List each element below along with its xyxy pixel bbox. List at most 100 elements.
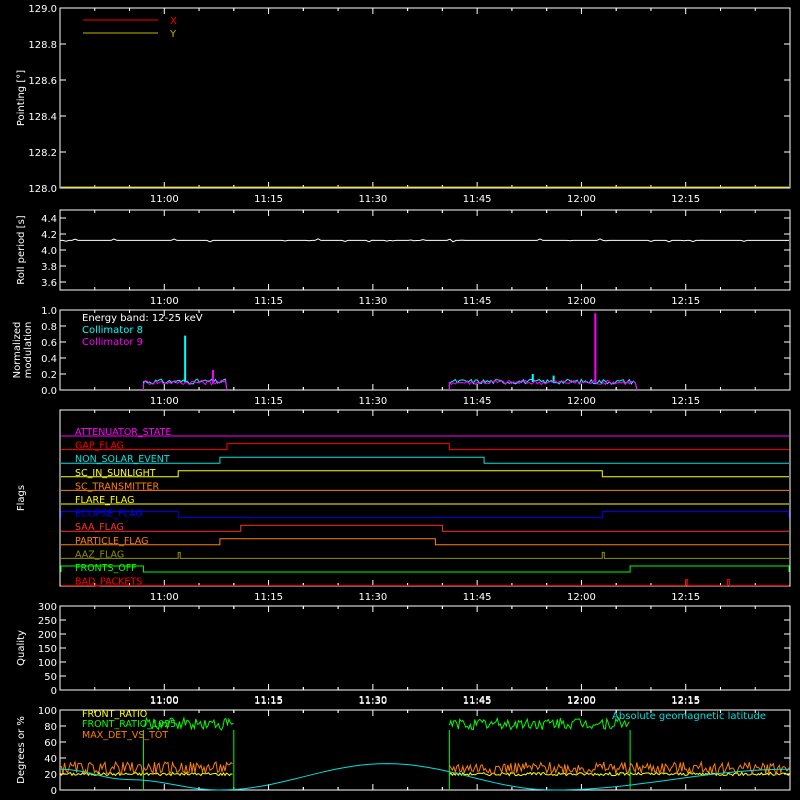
y-tick-label: 128.8 [28,40,57,51]
roll-period-line [60,238,789,243]
x-tick-label: 12:15 [671,592,700,603]
legend-label: Collimator 8 [82,325,143,336]
x-tick-label: 11:45 [463,194,492,205]
y-tick-label: 4.2 [41,230,57,241]
flag-label: NON_SOLAR_EVENT [75,454,170,465]
ratio-trace-front-ratio-1025 [448,716,630,731]
x-tick-label: 11:15 [254,296,283,307]
flag-trace-aaz-flag [61,551,789,559]
ratio-trace-front-ratio [448,771,791,777]
flag-label: SC_IN_SUNLIGHT [75,468,156,479]
x-tick-label: 11:30 [358,296,387,307]
x-tick-label: 11:00 [150,296,179,307]
flag-trace-gap-flag [61,443,789,451]
x-tick-label: 11:45 [463,396,492,407]
panel-frame-1 [59,209,791,291]
flag-label: AAZ_FLAG [75,549,124,560]
y-tick-label: 0 [51,786,57,797]
y-axis-label: Normalized [12,322,23,379]
y-axis-label: Roll period [s] [16,215,27,284]
x-tick-label: 11:00 [150,592,179,603]
x-tick-label: 11:45 [463,592,492,603]
x-tick-label: 12:00 [567,396,596,407]
x-tick-label: 11:00 [150,695,179,706]
y-tick-label: 60 [44,738,57,749]
legend-label: FRONT_RATIO_1025 [82,719,176,730]
flag-label: FLARE_FLAG [75,495,135,506]
ratio-trace-front-ratio [59,771,233,777]
x-tick-label: 11:30 [358,695,387,706]
legend-label: MAX_DET_VS_TOT [82,730,168,741]
x-tick-label: 11:00 [150,396,179,407]
flag-trace-eclipse-flag [60,511,790,519]
x-tick-label: 11:15 [254,592,283,603]
energy-band-annotation: Energy band: 12-25 keV [82,313,203,324]
x-tick-label: 11:45 [463,296,492,307]
y-tick-label: 0 [51,686,57,697]
y-tick-label: 0.4 [41,354,57,365]
flag-trace-sc-in-sunlight [61,470,789,478]
x-tick-label: 12:15 [671,296,700,307]
flag-label: ECLIPSE_FLAG [75,509,143,520]
legend-label: Y [169,29,177,40]
y-tick-label: 129.0 [28,4,57,15]
x-tick-label: 12:00 [567,592,596,603]
panel-frame-4 [59,605,791,691]
flag-label: GAP_FLAG [75,441,124,452]
multi-panel-chart: 11:00 11:15 11:30 11:45 12:00 12:15 11:00 11:15… [12,4,791,797]
x-tick-label: 11:15 [254,695,283,706]
y-tick-label: 128.4 [28,112,57,123]
y-tick-label: 0.2 [41,370,57,381]
x-tick-label: 11:00 [150,194,179,205]
x-tick-label: 12:15 [671,194,700,205]
y-tick-label: 1.0 [41,306,57,317]
y-tick-label: 128.2 [28,148,57,159]
flag-trace-particle-flag [61,538,789,546]
y-tick-label: 150 [38,644,57,655]
x-tick-label: 11:30 [358,592,387,603]
y-tick-label: 0.6 [41,338,57,349]
y-axis-label: Flags [16,485,27,511]
x-tick-label: 12:15 [671,396,700,407]
x-tick-label: 12:00 [567,194,596,205]
legend-label: Absolute geomagnetic latitude [612,711,766,722]
y-tick-label: 128.0 [28,184,57,195]
flag-trace-saa-flag [61,524,789,532]
legend-label: Collimator 9 [82,337,143,348]
x-tick-label: 11:30 [358,194,387,205]
geomagnetic-latitude-line [59,763,791,791]
flag-label: FRONTS_OFF [75,563,137,574]
y-tick-label: 0.8 [41,322,57,333]
flag-trace-bad-packets [61,579,789,587]
y-tick-label: 20 [44,770,57,781]
flag-label: SC_TRANSMITTER [75,481,160,492]
y-tick-label: 100 [38,658,57,669]
y-tick-label: 40 [44,754,57,765]
flag-label: BAD_PACKETS [75,577,142,588]
y-tick-label: 3.6 [41,278,57,289]
y-axis-label: modulation [23,322,34,379]
x-tick-label: 11:45 [463,695,492,706]
flag-trace-fronts-off [60,565,790,573]
y-tick-label: 128.6 [28,76,57,87]
flag-trace-non-solar-event [61,456,789,464]
x-tick-label: 11:30 [358,396,387,407]
y-axis-label: Pointing [°] [16,70,27,126]
x-tick-label: 11:15 [254,396,283,407]
y-tick-label: 200 [38,630,57,641]
y-axis-label: Quality [16,630,27,666]
y-tick-label: 80 [44,722,57,733]
x-tick-label: 12:00 [567,296,596,307]
flag-label: PARTICLE_FLAG [75,536,148,547]
y-tick-label: 4.4 [41,214,57,225]
legend-label: X [170,16,177,27]
y-tick-label: 250 [38,616,57,627]
x-tick-label: 12:00 [567,695,596,706]
y-axis-label: Degrees or % [16,716,27,784]
y-tick-label: 3.8 [41,262,57,273]
y-tick-label: 4.0 [41,246,57,257]
ratio-trace-max-det-vs-tot [448,760,791,776]
y-tick-label: 50 [44,672,57,683]
x-tick-label: 11:15 [254,194,283,205]
x-tick-label: 12:15 [671,695,700,706]
